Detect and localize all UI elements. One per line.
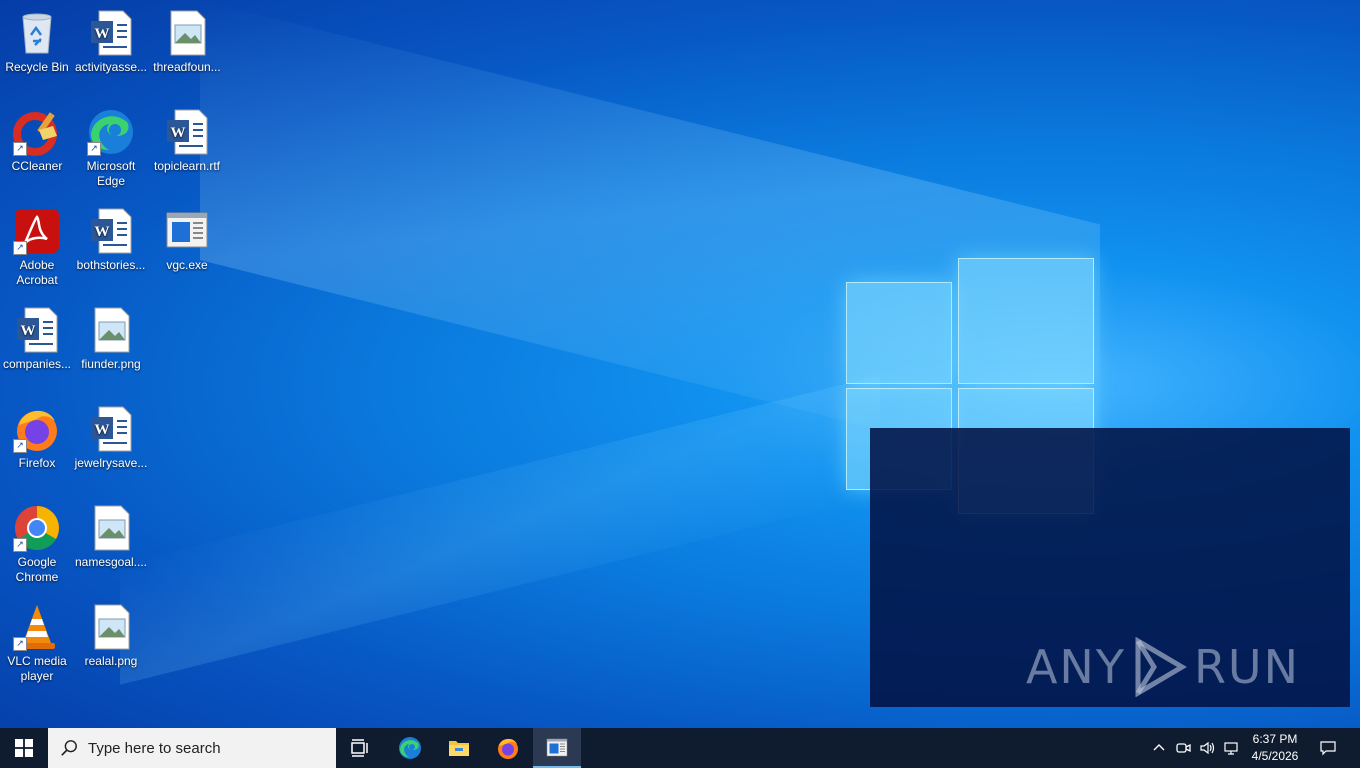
desktop-icon-vlc[interactable]: ↗ VLC media player	[0, 599, 74, 684]
desktop-icon-microsoft-edge[interactable]: ↗ Microsoft Edge	[74, 104, 148, 189]
start-button[interactable]	[0, 728, 48, 768]
desktop-icon-companies-doc[interactable]: W companies...	[0, 302, 74, 372]
taskbar-firefox-button[interactable]	[484, 728, 532, 768]
desktop-icon-bothstories-doc[interactable]: W bothstories...	[74, 203, 148, 273]
desktop-icon-topiclearn-rtf[interactable]: W topiclearn.rtf	[150, 104, 224, 174]
anyrun-logo: ANY RUN	[1026, 637, 1300, 697]
network-button[interactable]	[1220, 728, 1242, 768]
taskbar: Type here to search 6:37 PM 4/5/2026	[0, 728, 1360, 768]
desktop-icon-activityasse-doc[interactable]: W activityasse...	[74, 5, 148, 75]
desktop-icon-firefox[interactable]: ↗ Firefox	[0, 401, 74, 471]
edge-icon	[399, 737, 421, 759]
word-document-icon: W	[91, 208, 132, 254]
task-view-button[interactable]	[336, 728, 384, 768]
folder-icon	[449, 741, 469, 756]
desktop-icon-recycle-bin[interactable]: Recycle Bin	[0, 5, 74, 75]
application-window-icon	[166, 212, 208, 248]
notification-icon	[1320, 741, 1336, 756]
firefox-icon	[498, 738, 518, 759]
taskbar-file-explorer-button[interactable]	[435, 728, 483, 768]
clock-time: 6:37 PM	[1252, 732, 1298, 746]
image-file-icon	[170, 10, 206, 56]
image-file-icon	[94, 505, 130, 551]
desktop-icon-vgc-exe[interactable]: vgc.exe	[150, 203, 224, 273]
desktop-icon-google-chrome[interactable]: ↗ Google Chrome	[0, 500, 74, 585]
network-icon	[1224, 742, 1238, 755]
word-document-icon: W	[17, 307, 58, 353]
svg-text:W: W	[21, 323, 36, 339]
word-document-icon: W	[167, 109, 208, 155]
speaker-icon	[1200, 741, 1215, 755]
application-window-icon	[546, 738, 568, 757]
show-hidden-icons-button[interactable]	[1148, 728, 1170, 768]
svg-text:W: W	[95, 422, 110, 438]
word-document-icon: W	[91, 406, 132, 452]
anyrun-watermark-overlay: ANY RUN	[870, 428, 1350, 707]
meet-now-button[interactable]	[1172, 728, 1194, 768]
search-icon	[61, 740, 77, 756]
svg-text:W: W	[95, 26, 110, 42]
svg-text:W: W	[95, 224, 110, 240]
desktop-icon-ccleaner[interactable]: ↗ CCleaner	[0, 104, 74, 174]
taskbar-vgc-app-button[interactable]	[533, 728, 581, 768]
taskbar-edge-button[interactable]	[386, 728, 434, 768]
taskbar-search-box[interactable]: Type here to search	[48, 728, 336, 768]
volume-button[interactable]	[1196, 728, 1218, 768]
search-placeholder: Type here to search	[88, 740, 221, 757]
desktop-icon-adobe-acrobat[interactable]: ↗ Adobe Acrobat	[0, 203, 74, 288]
desktop-icon-fiunder-png[interactable]: fiunder.png	[74, 302, 148, 372]
taskbar-clock[interactable]: 6:37 PM 4/5/2026	[1246, 731, 1304, 765]
desktop-icon-namesgoal-png[interactable]: namesgoal....	[74, 500, 148, 570]
svg-text:W: W	[171, 125, 186, 141]
word-document-icon: W	[91, 10, 132, 56]
recycle-bin-icon	[22, 13, 52, 54]
windows-logo-icon	[15, 739, 33, 757]
play-triangle-icon	[1135, 637, 1187, 697]
image-file-icon	[94, 604, 130, 650]
desktop-icon-realal-png[interactable]: realal.png	[74, 599, 148, 669]
image-file-icon	[94, 307, 130, 353]
action-center-button[interactable]	[1310, 728, 1346, 768]
desktop-icon-threadfoun-png[interactable]: threadfoun...	[150, 5, 224, 75]
chevron-up-icon	[1153, 744, 1165, 751]
clock-date: 4/5/2026	[1251, 749, 1299, 763]
desktop-icon-jewelrysave-doc[interactable]: W jewelrysave...	[74, 401, 148, 471]
task-view-icon	[351, 739, 368, 757]
camera-icon	[1176, 743, 1191, 753]
